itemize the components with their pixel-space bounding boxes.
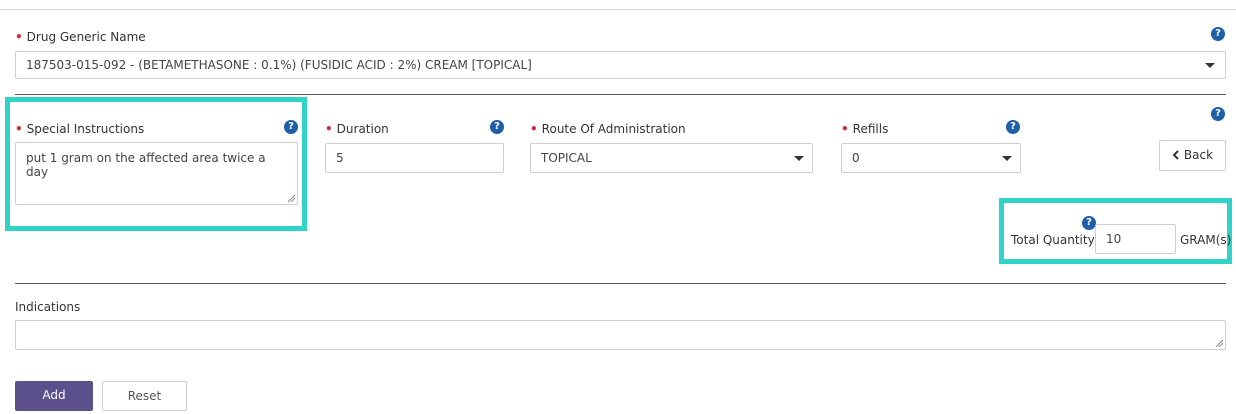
refills-help-icon[interactable]: ? (1006, 120, 1020, 134)
duration-input[interactable]: 5 (325, 143, 504, 173)
section-help-icon[interactable]: ? (1211, 107, 1225, 121)
chevron-left-icon (1172, 150, 1179, 160)
chevron-down-icon (1205, 63, 1215, 68)
drug-help-icon[interactable]: ? (1211, 27, 1225, 41)
back-button[interactable]: Back (1159, 140, 1226, 171)
special-instructions-textarea[interactable]: put 1 gram on the affected area twice a … (15, 142, 298, 205)
required-marker: • (841, 122, 849, 136)
drug-generic-name-select[interactable]: 187503-015-092 - (BETAMETHASONE : 0.1%) … (15, 51, 1226, 79)
total-quantity-value: 10 (1106, 232, 1122, 246)
chevron-down-icon (1002, 156, 1012, 161)
refills-label: • Refills (841, 122, 889, 136)
resize-grip-icon[interactable] (287, 194, 295, 202)
required-marker: • (15, 30, 23, 44)
route-select[interactable]: TOPICAL (530, 143, 813, 173)
add-button[interactable]: Add (15, 381, 93, 411)
top-divider (0, 9, 1236, 10)
drug-generic-name-label: • Drug Generic Name (15, 30, 146, 44)
duration-label: • Duration (325, 122, 389, 136)
required-marker: • (530, 122, 538, 136)
reset-button[interactable]: Reset (102, 381, 187, 411)
drug-generic-name-value: 187503-015-092 - (BETAMETHASONE : 0.1%) … (26, 58, 532, 72)
back-button-label: Back (1183, 148, 1214, 162)
indications-label: Indications (15, 300, 81, 314)
special-instructions-value: put 1 gram on the affected area twice a … (26, 151, 266, 179)
required-marker: • (325, 122, 333, 136)
total-quantity-input[interactable]: 10 (1095, 224, 1176, 254)
special-instructions-help-icon[interactable]: ? (284, 120, 298, 134)
section-divider (15, 94, 1226, 95)
route-value: TOPICAL (541, 151, 592, 165)
indications-textarea[interactable] (15, 320, 1226, 350)
route-label: • Route Of Administration (530, 122, 686, 136)
chevron-down-icon (794, 156, 804, 161)
duration-help-icon[interactable]: ? (490, 120, 504, 134)
refills-select[interactable]: 0 (841, 143, 1021, 173)
special-instructions-label: • Special Instructions (15, 122, 145, 136)
total-quantity-help-icon[interactable]: ? (1082, 216, 1096, 230)
required-marker: • (15, 122, 23, 136)
refills-value: 0 (852, 151, 860, 165)
total-quantity-unit: GRAM(s) (1180, 233, 1232, 247)
resize-grip-icon[interactable] (1215, 339, 1223, 347)
duration-value: 5 (336, 151, 344, 165)
total-quantity-label: Total Quantity: (1011, 233, 1098, 247)
section-divider (15, 283, 1226, 284)
